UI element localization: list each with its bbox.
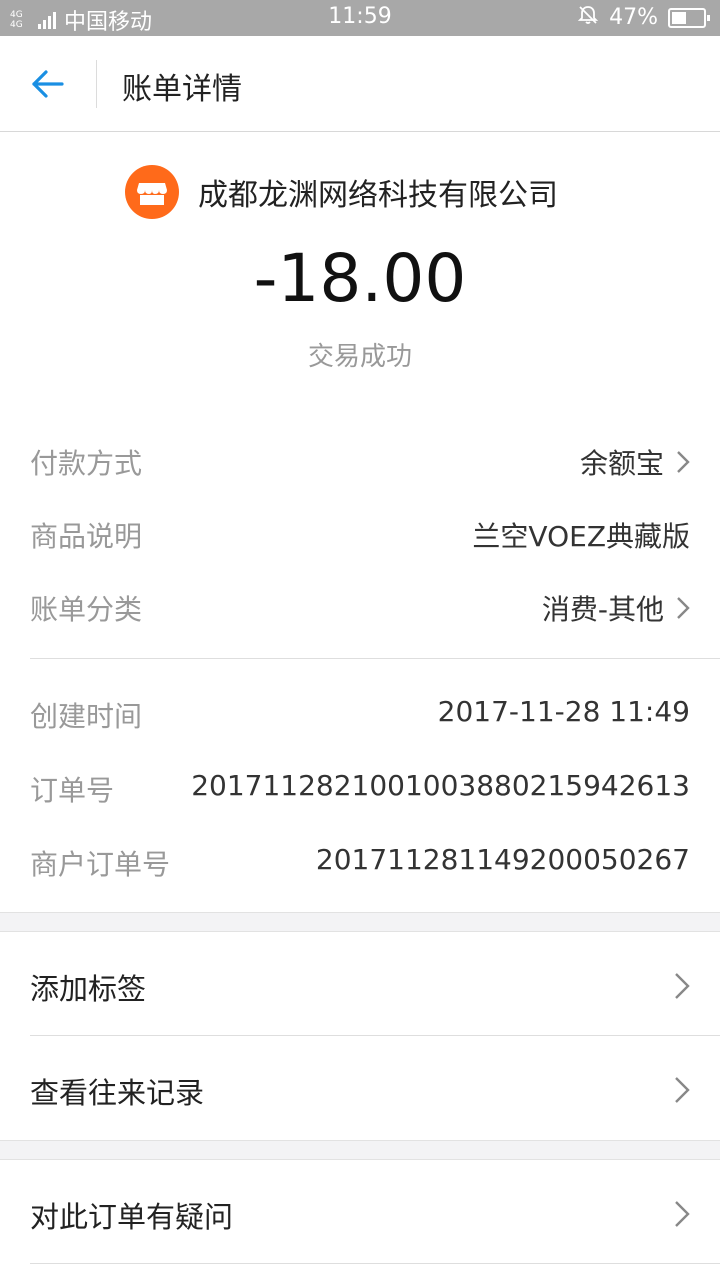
merchant-order-no-label: 商户订单号: [30, 848, 171, 881]
page-title: 账单详情: [122, 72, 242, 107]
merchant-order-no-value: 20171128114920005​0267: [315, 843, 690, 876]
battery-icon: [668, 7, 710, 28]
status-bar: 4G 4G 中国移动 11:59 47%: [0, 0, 720, 36]
amount: -18.00: [253, 240, 467, 317]
order-no-label: 订单号: [30, 774, 115, 807]
chevron-right-icon: [675, 1077, 690, 1103]
created-time-value: 2017-11-28 11:49: [437, 695, 690, 728]
payment-method-row[interactable]: 付款方式 余额宝: [30, 434, 690, 484]
payment-method-text: 余额宝: [579, 447, 664, 480]
category-row[interactable]: 账单分类 消费-其他: [30, 580, 690, 630]
add-tag-label: 添加标签: [30, 972, 147, 1006]
category-label: 账单分类: [30, 593, 143, 626]
chevron-right-icon: [675, 973, 690, 999]
view-history-row[interactable]: 查看往来记录: [0, 1036, 720, 1140]
product-row: 商品说明 兰空VOEZ典藏版: [30, 507, 690, 557]
status-right: 47%: [577, 4, 710, 31]
chevron-right-icon: [677, 597, 690, 619]
order-no-row: 订单号 2017112821001003880215942613: [30, 761, 690, 811]
product-value: 兰空VOEZ典藏版: [472, 520, 690, 553]
nav-bar: 账单详情: [0, 36, 720, 132]
mute-bell-icon: [577, 4, 599, 31]
arrow-left-icon: [32, 70, 64, 98]
order-no-value: 2017112821001003880215942613: [191, 769, 690, 802]
store-icon: [125, 165, 179, 219]
category-value: 消费-其他: [542, 588, 690, 628]
add-tag-row[interactable]: 添加标签: [0, 932, 720, 1036]
transaction-status: 交易成功: [307, 342, 412, 372]
merchant-name: 成都龙渊网络科技有限公司: [198, 178, 558, 213]
nav-divider: [96, 60, 97, 108]
payment-method-value: 余额宝: [580, 442, 690, 482]
section-divider: [30, 658, 720, 659]
merchant-order-no-row: 商户订单号 20171128114920005​0267: [30, 835, 690, 885]
battery-percent: 47%: [609, 5, 658, 30]
chevron-right-icon: [675, 1201, 690, 1227]
question-order-row[interactable]: 对此订单有疑问: [0, 1160, 720, 1264]
section-separator: [0, 1140, 720, 1160]
category-text: 消费-其他: [541, 593, 664, 626]
payment-method-label: 付款方式: [30, 447, 143, 480]
chevron-right-icon: [677, 451, 690, 473]
merchant-header: 成都龙渊网络科技有限公司: [0, 160, 720, 220]
row-divider: [30, 1263, 720, 1264]
section-separator: [0, 912, 720, 932]
created-time-label: 创建时间: [30, 700, 143, 733]
back-button[interactable]: [20, 60, 76, 108]
view-history-label: 查看往来记录: [30, 1076, 205, 1110]
created-time-row: 创建时间 2017-11-28 11:49: [30, 687, 690, 737]
product-label: 商品说明: [30, 520, 143, 553]
question-order-label: 对此订单有疑问: [30, 1200, 234, 1234]
